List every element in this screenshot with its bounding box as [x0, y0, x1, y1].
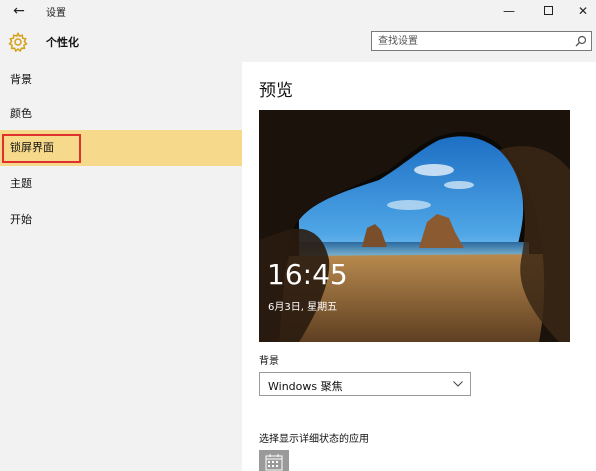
- search-input[interactable]: [378, 34, 568, 48]
- gear-icon: [8, 32, 28, 52]
- sidebar-item-colors[interactable]: 颜色: [0, 96, 242, 132]
- search-box[interactable]: [371, 31, 592, 51]
- title-bar: ← 设置 — ✕: [0, 0, 596, 22]
- detailed-status-app-label: 选择显示详细状态的应用: [259, 434, 369, 445]
- chevron-down-icon: [453, 381, 463, 387]
- sidebar-item-start[interactable]: 开始: [0, 202, 242, 238]
- background-dropdown[interactable]: Windows 聚焦: [259, 372, 471, 396]
- detailed-status-app-button[interactable]: [259, 450, 289, 471]
- sidebar-item-themes[interactable]: 主题: [0, 166, 242, 202]
- sidebar: 背景 颜色 锁屏界面 主题 开始: [0, 62, 242, 471]
- app-title: 设置: [46, 8, 66, 19]
- preview-title: 预览: [259, 81, 293, 101]
- sidebar-item-background[interactable]: 背景: [0, 62, 242, 98]
- search-icon[interactable]: [575, 35, 587, 47]
- back-button[interactable]: ←: [8, 2, 30, 20]
- lock-screen-preview: 16:45 6月3日, 星期五: [259, 110, 570, 342]
- close-button[interactable]: ✕: [566, 0, 596, 22]
- maximize-button[interactable]: [531, 0, 565, 22]
- header: 个性化: [0, 22, 596, 62]
- main-content: 预览 16:45 6月3日, 星期五 背景 Windows 聚焦 选择显示详细状…: [242, 62, 596, 471]
- minimize-button[interactable]: —: [492, 0, 526, 22]
- maximize-icon: [543, 6, 553, 15]
- lock-screen-date: 6月3日, 星期五: [268, 302, 338, 313]
- calendar-icon: [265, 454, 283, 471]
- sidebar-item-lock-screen[interactable]: 锁屏界面: [0, 130, 242, 166]
- page-title: 个性化: [46, 36, 79, 49]
- lock-screen-time: 16:45: [267, 258, 348, 291]
- background-label: 背景: [259, 356, 279, 367]
- background-dropdown-value: Windows 聚焦: [268, 380, 343, 393]
